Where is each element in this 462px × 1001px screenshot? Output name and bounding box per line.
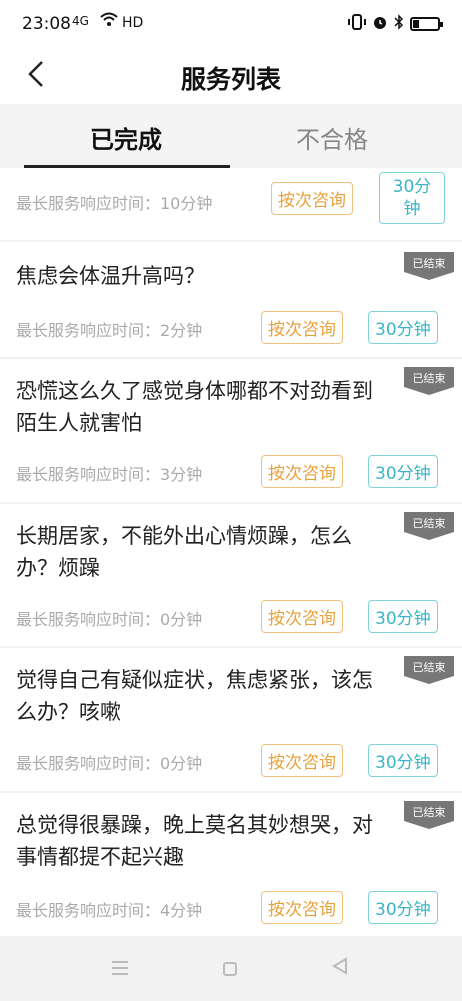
ended-badge: 已结束 [404, 512, 454, 540]
duration-tag: 30分钟 [368, 311, 438, 344]
consult-tag: 按次咨询 [261, 455, 343, 488]
ended-badge: 已结束 [404, 801, 454, 829]
nav-bar: 服务列表 [0, 52, 462, 104]
tab-completed[interactable]: 已完成 [90, 120, 162, 155]
response-time: 最长服务响应时间：0分钟 [16, 754, 203, 773]
ended-badge: 已结束 [404, 367, 454, 395]
bluetooth-icon [394, 14, 404, 34]
home-icon[interactable] [223, 962, 237, 976]
consult-tag: 按次咨询 [261, 891, 343, 924]
duration-tag: 30分钟 [368, 600, 438, 633]
ended-badge-label: 已结束 [413, 372, 446, 385]
service-card[interactable]: 长期居家，不能外出心情烦躁，怎么办？烦躁 最长服务响应时间：0分钟 按次咨询 3… [0, 504, 462, 646]
ended-badge-label: 已结束 [413, 257, 446, 270]
ended-badge-label: 已结束 [413, 517, 446, 530]
response-time: 最长服务响应时间：2分钟 [16, 321, 203, 340]
duration-tag: 30分钟 [368, 455, 438, 488]
ended-badge: 已结束 [404, 252, 454, 280]
consult-tag: 按次咨询 [271, 182, 353, 215]
card-title: 恐慌这么久了感觉身体哪都不对劲看到陌生人就害怕 [16, 379, 373, 435]
response-time: 最长服务响应时间：3分钟 [16, 465, 203, 484]
wifi-icon [100, 12, 118, 32]
response-time: 最长服务响应时间：10分钟 [16, 194, 213, 213]
service-card[interactable]: 焦虑会体温升高吗？ 最长服务响应时间：2分钟 按次咨询 30分钟 已结束 [0, 242, 462, 357]
page-title: 服务列表 [180, 65, 281, 94]
duration-tag: 30分钟 [368, 891, 438, 924]
menu-icon[interactable] [110, 960, 130, 981]
card-title: 焦虑会体温升高吗？ [16, 264, 205, 288]
service-card[interactable]: 觉得自己有疑似症状，焦虑紧张，该怎么办？咳嗽 最长服务响应时间：0分钟 按次咨询… [0, 648, 462, 791]
duration-tag: 30分钟 [379, 172, 445, 224]
battery-icon [410, 17, 443, 31]
response-time: 最长服务响应时间：0分钟 [16, 610, 203, 629]
consult-tag: 按次咨询 [261, 311, 343, 344]
ended-badge: 已结束 [404, 656, 454, 684]
status-bar: 23:08 4G HD [0, 0, 462, 52]
ended-badge-label: 已结束 [413, 806, 446, 819]
card-title: 觉得自己有疑似症状，焦虑紧张，该怎么办？咳嗽 [16, 668, 373, 724]
system-back-icon[interactable] [330, 956, 350, 981]
service-card[interactable]: 总觉得很暴躁，晚上莫名其妙想哭，对事情都提不起兴趣 最长服务响应时间：4分钟 按… [0, 793, 462, 936]
consult-tag: 按次咨询 [261, 744, 343, 777]
card-title: 总觉得很暴躁，晚上莫名其妙想哭，对事情都提不起兴趣 [16, 813, 373, 869]
signal-icon: 4G [72, 14, 89, 28]
network-label: HD [122, 15, 144, 31]
system-nav-bar [0, 938, 462, 1001]
ended-badge-label: 已结束 [413, 661, 446, 674]
service-card[interactable]: 恐慌这么久了感觉身体哪都不对劲看到陌生人就害怕 最长服务响应时间：3分钟 按次咨… [0, 359, 462, 502]
status-time: 23:08 [22, 14, 71, 34]
service-card[interactable]: 最长服务响应时间：10分钟 按次咨询 30分钟 [0, 168, 462, 240]
duration-tag: 30分钟 [368, 744, 438, 777]
card-title: 长期居家，不能外出心情烦躁，怎么办？烦躁 [16, 524, 352, 580]
alarm-icon [372, 14, 388, 34]
response-time: 最长服务响应时间：4分钟 [16, 901, 203, 920]
vibrate-icon [348, 14, 366, 34]
tab-bar: 已完成 不合格 [0, 104, 462, 169]
tab-unqualified[interactable]: 不合格 [296, 120, 368, 155]
consult-tag: 按次咨询 [261, 600, 343, 633]
